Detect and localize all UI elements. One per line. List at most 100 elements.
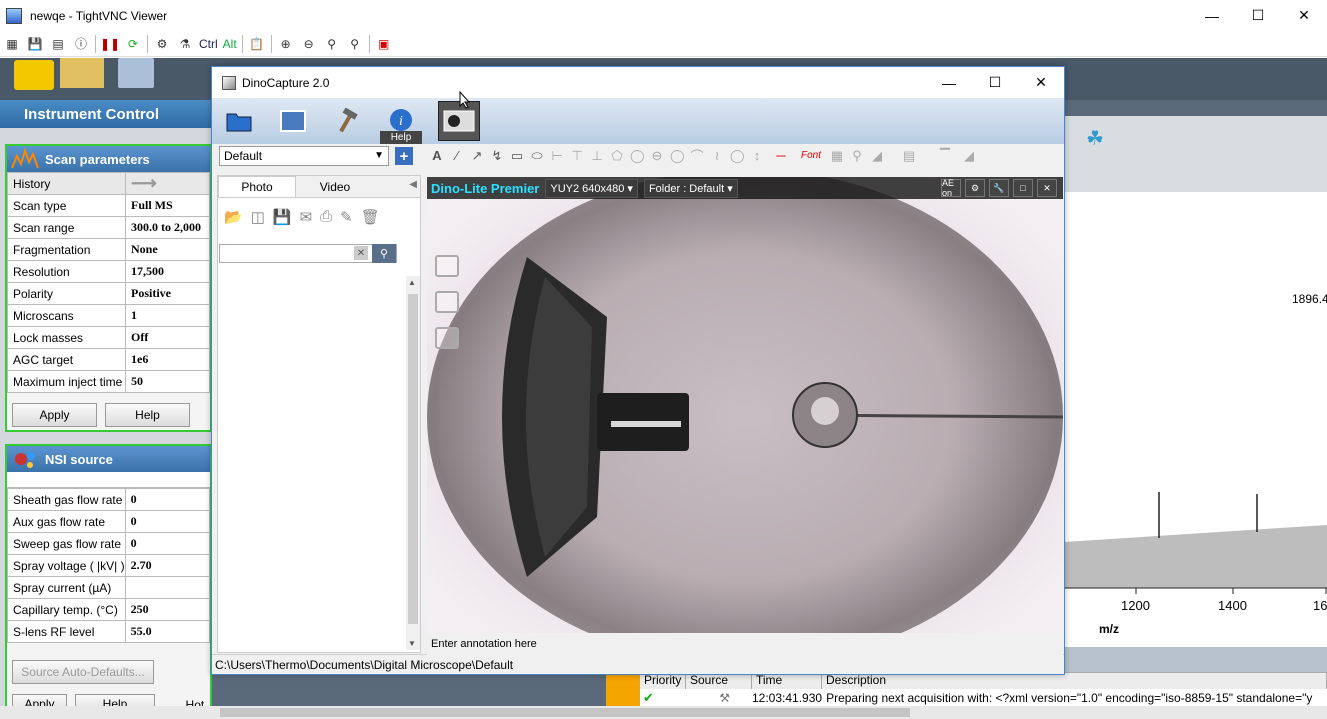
timer-capture-icon[interactable]: [435, 327, 459, 349]
scan-parameters-header[interactable]: Scan parameters: [7, 146, 210, 172]
scan-param-value[interactable]: 1e6: [125, 348, 210, 371]
pause-icon[interactable]: ❚❚: [100, 35, 120, 53]
nsi-param-row[interactable]: Sweep gas flow rate 0: [7, 532, 211, 555]
source-auto-defaults-button[interactable]: Source Auto-Defaults...: [12, 660, 154, 684]
measure-angle-icon[interactable]: ⊥: [590, 148, 604, 164]
zoom-100-icon[interactable]: ⚲: [323, 35, 341, 53]
help-icon[interactable]: i Help: [380, 104, 422, 144]
line-color-icon[interactable]: ─: [770, 148, 792, 163]
arrow-tool-icon[interactable]: ↗: [470, 148, 484, 164]
nsi-param-row[interactable]: Aux gas flow rate 0: [7, 510, 211, 533]
image-view-icon[interactable]: [276, 104, 310, 138]
close-video-icon[interactable]: ✕: [1037, 179, 1057, 197]
nsi-param-value[interactable]: 55.0: [124, 620, 211, 643]
polyline-tool-icon[interactable]: ↯: [490, 148, 504, 164]
live-video-view[interactable]: Dino-Lite Premier YUY2 640x480 ▾ Folder …: [427, 177, 1063, 655]
tools-hammer-icon[interactable]: [330, 104, 364, 138]
nsi-source-header[interactable]: NSI source: [7, 446, 210, 472]
save-photo-icon[interactable]: 💾: [273, 208, 292, 226]
nsi-param-value[interactable]: 0: [124, 488, 211, 511]
profile-select[interactable]: Default ▼: [219, 146, 389, 166]
zoom-auto-icon[interactable]: ⚲: [346, 35, 364, 53]
scan-apply-button[interactable]: Apply: [12, 403, 97, 427]
scale-icon[interactable]: ▔: [934, 148, 956, 164]
rectangle-tool-icon[interactable]: ▭: [510, 148, 524, 164]
ellipse-tool-icon[interactable]: ⬭: [530, 148, 544, 164]
dino-maximize-button[interactable]: ☐: [972, 67, 1018, 98]
open-icon[interactable]: 📂: [224, 208, 243, 226]
scan-param-value[interactable]: Off: [125, 326, 210, 349]
close-button[interactable]: ✕: [1281, 0, 1327, 31]
ctrl-alt-del-icon[interactable]: ⚙: [153, 35, 171, 53]
send-keys-icon[interactable]: ⚗: [176, 35, 194, 53]
magnifier-icon[interactable]: ⚲: [850, 148, 864, 164]
photo-search-input[interactable]: [219, 244, 397, 263]
scan-param-value[interactable]: ⟶: [125, 172, 210, 195]
scan-param-row[interactable]: Lock masses Off: [7, 326, 210, 349]
resolution-dropdown[interactable]: YUY2 640x480 ▾: [545, 178, 638, 198]
maximize-button[interactable]: ☐: [1235, 0, 1281, 31]
measure-radius-icon[interactable]: ◯: [670, 148, 685, 164]
picture-icon[interactable]: ◢: [962, 148, 976, 164]
ctrl-toggle[interactable]: Ctrl: [199, 37, 218, 51]
minimize-button[interactable]: —: [1189, 0, 1235, 31]
dino-minimize-button[interactable]: —: [926, 67, 972, 98]
nsi-param-row[interactable]: Spray voltage ( |kV| ) 2.70: [7, 554, 211, 577]
measure-polygon-icon[interactable]: ⬠: [610, 148, 624, 164]
measure-misc-icon[interactable]: ◯: [730, 148, 745, 164]
scan-param-row[interactable]: Microscans 1: [7, 304, 210, 327]
remote-save-icon[interactable]: [118, 58, 154, 88]
fullscreen-icon[interactable]: □: [1013, 179, 1033, 197]
scan-param-row[interactable]: AGC target 1e6: [7, 348, 210, 371]
options-icon[interactable]: ▤: [49, 35, 67, 53]
scroll-down-icon[interactable]: ▼: [408, 639, 416, 648]
horizontal-scrollbar[interactable]: [0, 706, 1327, 719]
collapse-pane-icon[interactable]: ◀: [409, 179, 417, 190]
nsi-param-row[interactable]: Spray current (µA): [7, 576, 211, 599]
add-profile-button[interactable]: +: [395, 147, 413, 165]
nsi-param-value[interactable]: 2.70: [124, 554, 211, 577]
layout-icon[interactable]: ▤: [890, 148, 928, 164]
auto-exposure-button[interactable]: AE on: [941, 178, 961, 198]
scan-param-value[interactable]: 1: [125, 304, 210, 327]
nsi-param-row[interactable]: Capillary temp. (°C) 250: [7, 598, 211, 621]
email-icon[interactable]: ✉: [300, 208, 313, 226]
tab-photo[interactable]: Photo: [218, 176, 296, 197]
folder-icon[interactable]: [222, 104, 256, 138]
measure-spline-icon[interactable]: ≀: [710, 148, 724, 164]
scan-param-value[interactable]: None: [125, 238, 210, 261]
measure-line-icon[interactable]: ⊢: [550, 148, 564, 164]
nsi-param-value[interactable]: 250: [124, 598, 211, 621]
scan-param-value[interactable]: Full MS: [125, 194, 210, 217]
scrollbar-thumb[interactable]: [408, 294, 418, 624]
nsi-param-value[interactable]: [124, 576, 211, 599]
log-col-description[interactable]: Description: [822, 673, 1327, 689]
line-tool-icon[interactable]: ∕: [450, 148, 464, 163]
save-icon[interactable]: 💾: [26, 35, 44, 53]
nsi-param-value[interactable]: 0: [124, 510, 211, 533]
scan-param-row[interactable]: Scan range 300.0 to 2,000: [7, 216, 210, 239]
text-tool-icon[interactable]: A: [430, 148, 444, 163]
info-icon[interactable]: ⓘ: [72, 35, 90, 53]
zoom-out-icon[interactable]: ⊖: [300, 35, 318, 53]
scan-param-value[interactable]: 300.0 to 2,000: [125, 216, 210, 239]
measure-diameter-icon[interactable]: ⊖: [650, 148, 664, 164]
measure-circle-icon[interactable]: ◯: [630, 148, 645, 164]
scan-param-value[interactable]: 17,500: [125, 260, 210, 283]
scan-param-row[interactable]: Maximum inject time 50: [7, 370, 210, 393]
alt-toggle[interactable]: Alt: [223, 37, 237, 51]
scan-param-value[interactable]: Positive: [125, 282, 210, 305]
log-row[interactable]: ✔ ⚒ 12:03:41.930 Preparing next acquisit…: [640, 689, 1327, 706]
remote-app-icon[interactable]: [14, 60, 54, 90]
rename-icon[interactable]: ✎: [340, 208, 353, 226]
copy-icon[interactable]: ◫: [251, 208, 265, 226]
scroll-up-icon[interactable]: ▲: [408, 278, 416, 287]
annotation-input[interactable]: Enter annotation here: [427, 633, 1063, 655]
search-button[interactable]: ⚲: [372, 244, 396, 263]
measure-arc-icon[interactable]: ⌒: [690, 146, 704, 165]
nsi-param-row[interactable]: S-lens RF level 55.0: [7, 620, 211, 643]
scan-param-row[interactable]: History ⟶: [7, 172, 210, 195]
print-icon[interactable]: ⎙: [320, 208, 332, 226]
scan-param-row[interactable]: Resolution 17,500: [7, 260, 210, 283]
video-record-icon[interactable]: [435, 291, 459, 313]
